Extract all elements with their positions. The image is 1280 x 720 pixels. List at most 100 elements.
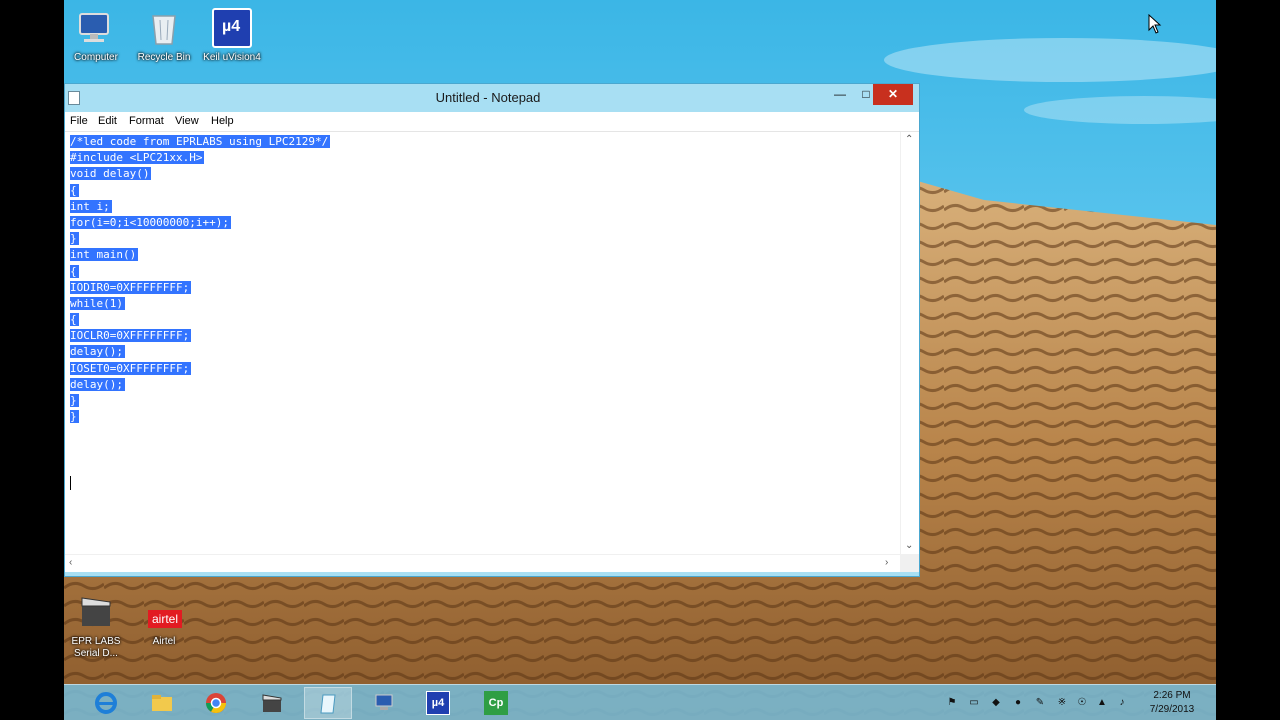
scroll-right-arrow-icon[interactable]: ›	[885, 557, 888, 568]
desktop-icon-keil[interactable]: µ4 Keil uVision4	[196, 8, 268, 64]
code-line-text: int i;	[70, 199, 112, 213]
close-button[interactable]: ✕	[873, 84, 913, 105]
code-line: int i;	[70, 199, 330, 215]
code-line-text: #include <LPC21xx.H>	[70, 151, 205, 165]
code-line-text: delay();	[70, 377, 125, 391]
horizontal-scrollbar[interactable]: ‹ ›	[65, 554, 900, 572]
taskbar-keil[interactable]: µ4	[414, 687, 462, 719]
desktop-icon-label: Recycle Bin	[137, 52, 191, 63]
code-line-text: while(1)	[70, 296, 125, 310]
title-bar[interactable]: Untitled - Notepad — □ ✕	[65, 84, 919, 112]
code-line: int main()	[70, 247, 330, 263]
desktop-icon-airtel[interactable]: airtel Airtel	[128, 592, 200, 648]
code-line: #include <LPC21xx.H>	[70, 150, 330, 166]
internet-explorer-icon	[95, 692, 117, 714]
taskbar-network[interactable]	[360, 687, 408, 719]
tray-volume-icon[interactable]: ♪	[1116, 697, 1128, 709]
code-line: {	[70, 264, 330, 280]
tray-network-icon[interactable]: ◆	[990, 697, 1002, 709]
menu-bar: File Edit Format View Help	[65, 112, 919, 132]
code-line: while(1)	[70, 296, 330, 312]
clock-date: 7/29/2013	[1149, 704, 1195, 715]
code-line: delay();	[70, 344, 330, 360]
code-line: IOCLR0=0XFFFFFFFF;	[70, 328, 330, 344]
code-line-text: int main()	[70, 248, 139, 262]
scroll-up-arrow-icon[interactable]: ⌃	[905, 134, 913, 145]
network-computer-icon	[375, 694, 393, 710]
clapperboard-icon	[262, 694, 282, 712]
code-line: void delay()	[70, 166, 330, 182]
text-cursor	[70, 476, 71, 490]
code-content[interactable]: /*led code from EPRLABS using LPC2129*/ #…	[70, 134, 331, 425]
code-line-text: }	[70, 232, 79, 246]
keil-uvision-icon: µ4	[426, 691, 450, 715]
scroll-left-arrow-icon[interactable]: ‹	[69, 557, 72, 568]
vertical-scrollbar[interactable]: ⌃ ⌄	[900, 132, 919, 554]
keil-uvision-icon: µ4	[212, 8, 252, 48]
window-title: Untitled - Notepad	[435, 90, 541, 105]
desktop-icon-recycle-bin[interactable]: Recycle Bin	[128, 8, 200, 64]
tray-flag-icon[interactable]: ⚑	[946, 697, 958, 709]
scroll-down-arrow-icon[interactable]: ⌄	[905, 540, 913, 551]
menu-file[interactable]: File	[70, 115, 88, 127]
code-line: IOSET0=0XFFFFFFFF;	[70, 361, 330, 377]
code-line: {	[70, 312, 330, 328]
code-line-text: /*led code from EPRLABS using LPC2129*/	[70, 135, 331, 148]
code-line-text: void delay()	[70, 167, 152, 181]
code-line: {	[70, 183, 330, 199]
code-line-text: for(i=0;i<10000000;i++);	[70, 215, 231, 229]
tray-app-icon[interactable]: ●	[1012, 697, 1024, 709]
code-line-text: delay();	[70, 345, 125, 359]
tray-device-icon[interactable]: ▭	[968, 697, 980, 709]
code-line: delay();	[70, 377, 330, 393]
letterbox-right	[1216, 0, 1280, 720]
resize-grip[interactable]	[900, 554, 919, 572]
keil-badge: µ4	[222, 18, 241, 35]
code-line-text: {	[70, 183, 79, 197]
code-line-text: IOSET0=0XFFFFFFFF;	[70, 361, 192, 375]
taskbar-epr-labs-serial[interactable]	[248, 687, 296, 719]
airtel-icon: airtel	[144, 592, 184, 632]
taskbar-camtasia[interactable]: Cp	[472, 687, 520, 719]
computer-icon	[76, 8, 116, 48]
desktop-icon-label: EPR LABS Serial D...	[71, 636, 121, 659]
taskbar-file-explorer[interactable]	[138, 687, 186, 719]
minimize-button[interactable]: —	[827, 84, 853, 105]
mouse-pointer-icon	[1148, 14, 1162, 34]
desktop: Computer Recycle Bin µ4 Keil uVision4 EP…	[64, 0, 1216, 720]
code-line: IODIR0=0XFFFFFFFF;	[70, 280, 330, 296]
tray-signal-icon[interactable]: ▲	[1096, 697, 1108, 709]
code-line: }	[70, 409, 330, 425]
code-line-text: {	[70, 264, 79, 278]
taskbar-notepad[interactable]	[304, 687, 352, 719]
desktop-icon-label: Keil uVision4	[203, 52, 261, 63]
code-line: /*led code from EPRLABS using LPC2129*/	[70, 134, 331, 150]
text-editor[interactable]: /*led code from EPRLABS using LPC2129*/ #…	[65, 132, 900, 554]
code-line-text: }	[70, 394, 79, 407]
notepad-window[interactable]: Untitled - Notepad — □ ✕ File Edit Forma…	[64, 83, 920, 577]
desktop-icon-label: Airtel	[152, 636, 176, 647]
notepad-icon	[320, 694, 336, 714]
letterbox-left	[0, 0, 64, 720]
clock-time: 2:26 PM	[1153, 690, 1191, 701]
desktop-icon-computer[interactable]: Computer	[64, 8, 132, 64]
code-line-text: {	[70, 313, 79, 327]
menu-format[interactable]: Format	[129, 115, 164, 127]
tray-shield-icon[interactable]: ☉	[1076, 697, 1088, 709]
code-line-text: IOCLR0=0XFFFFFFFF;	[70, 329, 192, 343]
menu-view[interactable]: View	[175, 115, 199, 127]
clapperboard-icon	[76, 592, 116, 632]
menu-help[interactable]: Help	[211, 115, 234, 127]
camtasia-icon: Cp	[484, 691, 508, 715]
tray-pen-icon[interactable]: ✎	[1034, 697, 1046, 709]
taskbar-chrome[interactable]	[192, 687, 240, 719]
folder-icon	[152, 695, 172, 711]
taskbar-internet-explorer[interactable]	[82, 687, 130, 719]
desktop-icon-epr-labs[interactable]: EPR LABS Serial D...	[64, 592, 132, 660]
tray-bluetooth-icon[interactable]: ※	[1056, 697, 1068, 709]
menu-edit[interactable]: Edit	[98, 115, 117, 127]
code-line-text: IODIR0=0XFFFFFFFF;	[70, 280, 192, 294]
taskbar-clock[interactable]: 2:26 PM 7/29/2013	[1140, 689, 1204, 717]
code-line: for(i=0;i<10000000;i++);	[70, 215, 330, 231]
code-line: }	[70, 393, 330, 409]
